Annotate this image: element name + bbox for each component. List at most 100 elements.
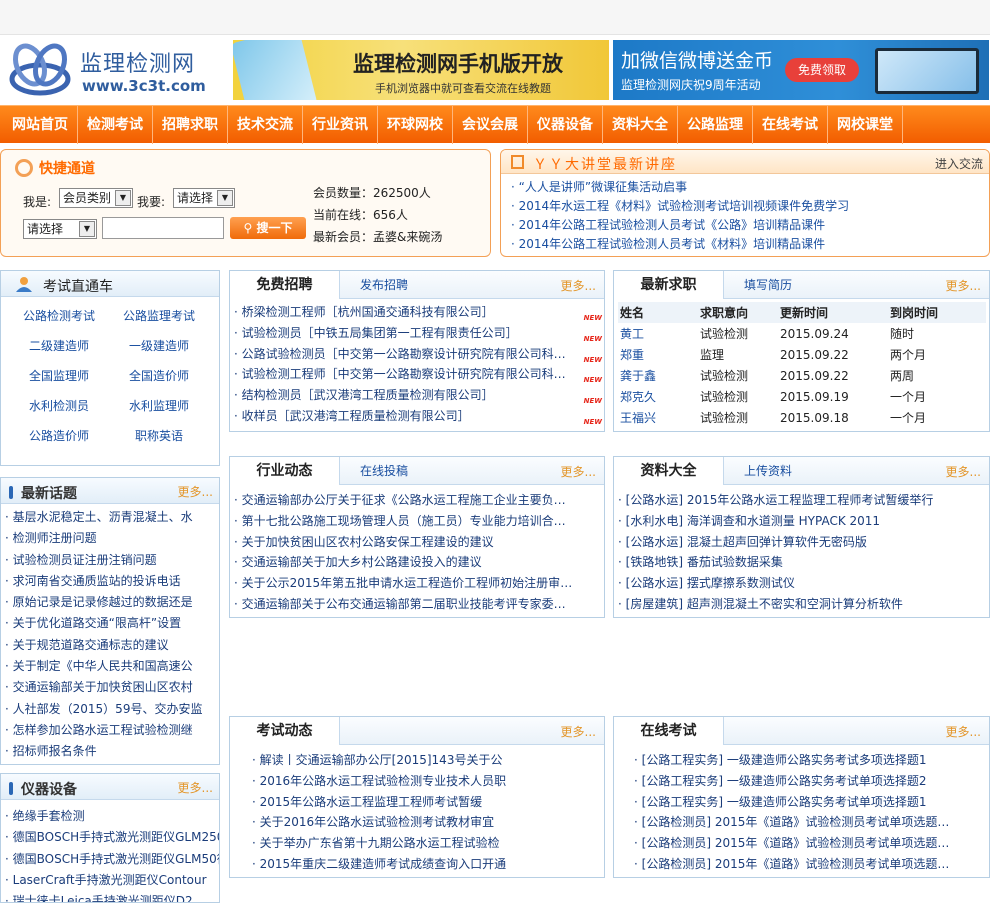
jobs-more[interactable]: 更多...	[561, 277, 596, 294]
nav-item[interactable]: 资料大全	[603, 106, 678, 144]
table-row[interactable]: 郑克久 试验检测 2015.09.19 一个月	[618, 386, 986, 407]
list-item[interactable]: “人人是讲师”微课征集活动启事	[511, 178, 989, 197]
list-item[interactable]: 德国BOSCH手持式激光测距仪GLM250	[5, 827, 219, 848]
list-item[interactable]: 关于公示2015年第五批申请水运工程造价工程师初始注册审核意见	[234, 573, 604, 594]
yy-enter-link[interactable]: 进入交流	[935, 155, 983, 172]
tab-online-exam[interactable]: 在线考试	[614, 717, 724, 745]
nav-item[interactable]: 行业资讯	[303, 106, 378, 144]
seeker-name[interactable]: 王福兴	[618, 407, 698, 428]
seekers-more[interactable]: 更多...	[946, 277, 981, 294]
nav-item[interactable]: 环球网校	[378, 106, 453, 144]
list-item[interactable]: 关于加快贫困山区农村公路安保工程建设的建议	[234, 532, 604, 553]
list-item[interactable]: 交通运输部办公厅关于征求《公路水运工程施工企业主要负责人和	[234, 490, 604, 511]
site-logo[interactable]: 监理检测网 www.3c3t.com	[8, 41, 228, 99]
list-item[interactable]: 原始记录是记录修越过的数据还是	[5, 592, 219, 613]
list-item[interactable]: 瑞士徕卡Leica手持激光测距仪D2	[5, 891, 219, 902]
list-item[interactable]: [公路工程实务] 一级建造师公路实务考试多项选择题1	[634, 750, 989, 771]
nav-item[interactable]: 公路监理	[678, 106, 753, 144]
list-item[interactable]: 2015年重庆二级建造师考试成绩查询入口开通	[252, 854, 604, 875]
tab-upload-materials[interactable]: 上传资料	[744, 457, 792, 485]
member-type-select[interactable]: 会员类别 ▼	[59, 188, 133, 208]
nav-item[interactable]: 会议会展	[453, 106, 528, 144]
table-row[interactable]: 王福兴 试验检测 2015.09.18 一个月	[618, 407, 986, 428]
tab-exam-news[interactable]: 考试动态	[230, 717, 340, 745]
hot-topics-more[interactable]: 更多...	[178, 483, 213, 500]
tab-post-recruitment[interactable]: 发布招聘	[360, 271, 408, 299]
list-item[interactable]: 交通运输部关于公布交通运输部第二届职业技能考评专家委员会成	[234, 594, 604, 615]
list-item[interactable]: 德国BOSCH手持式激光测距仪GLM50德	[5, 849, 219, 870]
job-item[interactable]: 试验检测工程师［中交第一公路勘察设计研究院有限公司科研... NEW	[234, 364, 604, 385]
materials-more[interactable]: 更多...	[946, 463, 981, 480]
list-item[interactable]: 交通运输部关于加大乡村公路建设投入的建议	[234, 552, 604, 573]
tab-industry-news[interactable]: 行业动态	[230, 457, 340, 485]
list-item[interactable]: 关于举办广东省第十九期公路水运工程试验检	[252, 833, 604, 854]
tab-latest-seekers[interactable]: 最新求职	[614, 271, 724, 299]
mobile-banner[interactable]: 监理检测网手机版开放 手机浏览器中就可查看交流在线教题	[233, 40, 609, 100]
seeker-name[interactable]: 郑重	[618, 344, 698, 365]
list-item[interactable]: 关于优化道路交通“限高杆”设置	[5, 613, 219, 634]
list-item[interactable]: [公路检测员] 2015年《道路》试验检测员考试单项选题试题	[634, 812, 989, 833]
nav-item[interactable]: 网站首页	[3, 106, 78, 144]
list-item[interactable]: 2016年公路水运工程试验检测专业技术人员职	[252, 771, 604, 792]
job-item[interactable]: 结构检测员［武汉港湾工程质量检测有限公司］ NEW	[234, 385, 604, 406]
list-item[interactable]: 解读丨交通运输部办公厅[2015]143号关于公	[252, 750, 604, 771]
list-item[interactable]: [房屋建筑] 超声测混凝土不密实和空洞计算分析软件	[618, 594, 989, 615]
nav-item[interactable]: 网校课堂	[828, 106, 903, 144]
exam-news-more[interactable]: 更多...	[561, 723, 596, 740]
nav-item[interactable]: 仪器设备	[528, 106, 603, 144]
list-item[interactable]: [铁路地铁] 番茄试验数据采集	[618, 552, 989, 573]
online-exam-more[interactable]: 更多...	[946, 723, 981, 740]
nav-item[interactable]: 技术交流	[228, 106, 303, 144]
list-item[interactable]: 2014年水运工程《材料》试验检测考试培训视频课件免费学习	[511, 197, 989, 216]
list-item[interactable]: 关于2016年公路水运试验检测考试教材审宜	[252, 812, 604, 833]
exam-link[interactable]: 公路造价师	[9, 421, 109, 451]
nav-item[interactable]: 检测考试	[78, 106, 153, 144]
search-button[interactable]: ⚲ 搜一下	[230, 217, 306, 239]
list-item[interactable]: [公路水运] 2015年公路水运工程监理工程师考试暂缓举行	[618, 490, 989, 511]
list-item[interactable]: [公路工程实务] 一级建造师公路实务考试单项选择题2	[634, 771, 989, 792]
list-item[interactable]: [公路水运] 混凝土超声回弹计算软件无密码版	[618, 532, 989, 553]
list-item[interactable]: [公路检测员] 2015年《道路》试验检测员考试单项选题试题	[634, 833, 989, 854]
exam-link[interactable]: 全国监理师	[9, 361, 109, 391]
exam-link[interactable]: 水利监理师	[109, 391, 209, 421]
tab-fill-resume[interactable]: 填写简历	[744, 271, 792, 299]
job-item[interactable]: 试验检测员［中铁五局集团第一工程有限责任公司］ NEW	[234, 323, 604, 344]
list-item[interactable]: 交通运输部关于加快贫困山区农村	[5, 677, 219, 698]
list-item[interactable]: 检测师注册问题	[5, 528, 219, 549]
job-item[interactable]: 公路试验检测员［中交第一公路勘察设计研究院有限公司科研... NEW	[234, 344, 604, 365]
exam-link[interactable]: 职称英语	[109, 421, 209, 451]
list-item[interactable]: 第十七批公路施工现场管理人员（施工员）专业能力培训合格人员	[234, 511, 604, 532]
table-row[interactable]: 郑重 监理 2015.09.22 两个月	[618, 344, 986, 365]
list-item[interactable]: 关于制定《中华人民共和国高速公	[5, 656, 219, 677]
table-row[interactable]: 黄工 试验检测 2015.09.24 随时	[618, 323, 986, 344]
exam-link[interactable]: 公路检测考试	[9, 301, 109, 331]
exam-link[interactable]: 一级建造师	[109, 331, 209, 361]
list-item[interactable]: 试验检测员证注册注销问题	[5, 550, 219, 571]
nav-item[interactable]: 招聘求职	[153, 106, 228, 144]
want-select[interactable]: 请选择 ▼	[173, 188, 235, 208]
list-item[interactable]: [公路水运] 摆式摩擦系数测试仪	[618, 573, 989, 594]
exam-link[interactable]: 水利检测员	[9, 391, 109, 421]
industry-more[interactable]: 更多...	[561, 463, 596, 480]
list-item[interactable]: LaserCraft手持激光测距仪Contour	[5, 870, 219, 891]
tab-free-recruitment[interactable]: 免费招聘	[230, 271, 340, 299]
category-select[interactable]: 请选择 ▼	[23, 219, 97, 239]
list-item[interactable]: [公路工程实务] 一级建造师公路实务考试单项选择题1	[634, 792, 989, 813]
tab-submit-article[interactable]: 在线投稿	[360, 457, 408, 485]
list-item[interactable]: 基层水泥稳定土、沥青混凝土、水	[5, 507, 219, 528]
list-item[interactable]: 怎样参加公路水运工程试验检测继	[5, 720, 219, 741]
exam-link[interactable]: 全国造价师	[109, 361, 209, 391]
list-item[interactable]: 招标师报名条件	[5, 741, 219, 762]
seeker-name[interactable]: 郑克久	[618, 386, 698, 407]
seeker-name[interactable]: 黄工	[618, 323, 698, 344]
list-item[interactable]: 求河南省交通质监站的投诉电话	[5, 571, 219, 592]
list-item[interactable]: [公路检测员] 2015年《道路》试验检测员考试单项选题试题	[634, 854, 989, 875]
list-item[interactable]: 2014年公路工程试验检测人员考试《材料》培训精品课件	[511, 235, 989, 254]
list-item[interactable]: 人社部发（2015）59号、交办安监	[5, 699, 219, 720]
instruments-more[interactable]: 更多...	[178, 779, 213, 796]
nav-item[interactable]: 在线考试	[753, 106, 828, 144]
tab-materials[interactable]: 资料大全	[614, 457, 724, 485]
free-claim-button[interactable]: 免费领取	[785, 58, 859, 82]
list-item[interactable]: 绝缘手套检测	[5, 806, 219, 827]
job-item[interactable]: 收样员［武汉港湾工程质量检测有限公司］ NEW	[234, 406, 604, 427]
